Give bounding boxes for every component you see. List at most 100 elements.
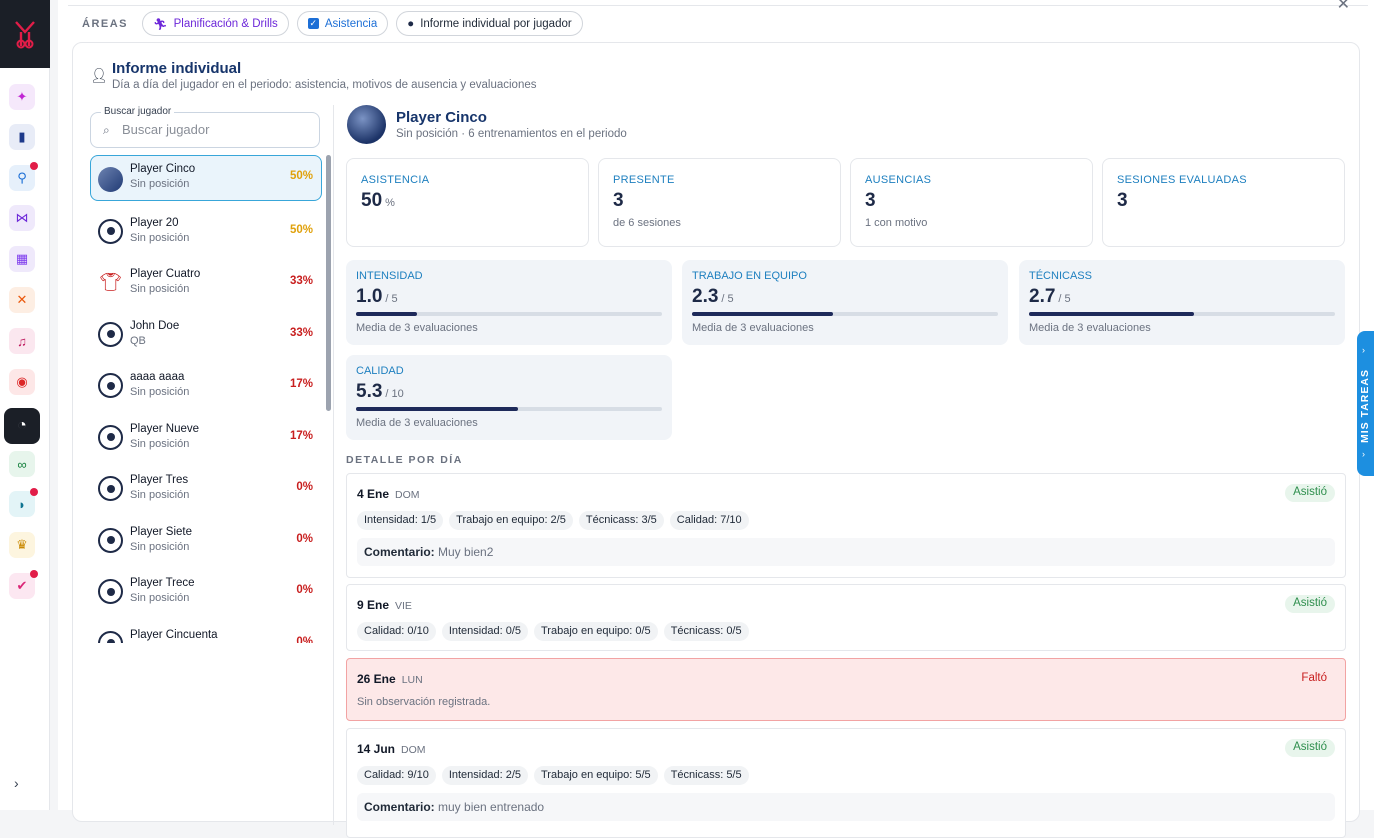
nav-badge[interactable]: ✔ <box>9 570 38 599</box>
player-avatar <box>98 373 123 398</box>
player-list-item[interactable]: aaaa aaaa Sin posición 17% <box>90 361 322 413</box>
player-avatar: 👕︎ <box>98 270 123 295</box>
stat-note: 1 con motivo <box>865 217 928 229</box>
notification-dot <box>30 488 38 496</box>
day-detail-row: 26 Ene LUN Faltó Sin observación registrada… <box>346 658 1346 721</box>
player-name: Player Cuatro <box>130 268 201 280</box>
player-name: Player Cinco <box>130 163 196 175</box>
areas-label: ÁREAS <box>82 17 129 30</box>
evaluation-chips: Calidad: 0/10 Intensidad: 0/5 Trabajo en e… <box>357 622 749 641</box>
metric-progress-fill <box>692 312 833 316</box>
player-avatar <box>98 218 123 244</box>
comment-label: Comentario: <box>364 545 435 559</box>
nav-sparkles[interactable]: ✦ <box>9 84 35 110</box>
metric-progress-fill <box>1029 312 1195 316</box>
player-position: Sin posición <box>130 178 190 190</box>
report-card: 👤︎ Informe individual Día a día del juga… <box>72 42 1360 838</box>
lock-person-icon: ⚲ <box>17 170 27 185</box>
comment-label: Comentario: <box>364 800 435 814</box>
evaluation-chip: Calidad: 7/10 <box>669 511 749 530</box>
mis-tareas-tab[interactable]: › MIS TAREAS › <box>1357 331 1374 476</box>
metric-label: CALIDAD <box>356 365 404 377</box>
nav-share[interactable]: ⋈ <box>9 205 35 231</box>
comment-text: Muy bien2 <box>438 545 494 559</box>
player-position: Sin posición <box>130 489 190 501</box>
nav-chat[interactable]: ◗ <box>9 488 38 517</box>
evaluation-chips: Intensidad: 1/5 Trabajo en equipo: 2/5 Téc… <box>357 511 749 530</box>
player-name: John Doe <box>130 319 180 332</box>
metric-progress-bar <box>356 312 662 316</box>
person-icon: ● <box>407 17 415 30</box>
player-avatar <box>98 527 123 553</box>
metric-progress-fill <box>356 407 519 411</box>
day-detail-row: 14 Jun DOM Asistió Calidad: 9/10 Intensidad:… <box>346 728 1346 838</box>
day-date: 14 Jun <box>357 742 396 756</box>
player-list-item[interactable]: Player 20 Sin posición 50% <box>90 207 322 259</box>
player-list-item[interactable]: Player Siete Sin posición 0% <box>90 516 322 568</box>
player-name: aaaa aaaa <box>130 371 185 383</box>
player-list-item[interactable]: 👕︎ Player Cuatro Sin posición 33% <box>90 258 322 310</box>
notification-dot <box>30 570 38 578</box>
metric-progress-bar <box>356 407 662 411</box>
chevron-right-icon: › <box>1362 345 1365 355</box>
nav-tactics[interactable]: ✕ <box>9 287 35 313</box>
tab-informe-individual[interactable]: ● Informe individual por jugador <box>396 11 583 36</box>
evaluation-chip: Técnicass: 5/5 <box>663 766 749 785</box>
day-note: Sin observación registrada. <box>357 696 491 708</box>
search-input[interactable] <box>122 122 312 137</box>
football-icon: ◉ <box>16 374 28 389</box>
player-list-scrollbar[interactable] <box>326 155 331 411</box>
player-list: Player Cinco Sin posición 50% Player 20 Sin … <box>90 155 322 643</box>
player-position: Sin posición <box>130 231 190 244</box>
stat-card-sesiones-evaluadas: SESIONES EVALUADAS 3 <box>1102 158 1345 247</box>
report-person-icon: 👤︎ <box>90 67 108 83</box>
player-list-item[interactable]: Player Nueve Sin posición 17% <box>90 413 322 465</box>
evaluation-chip: Trabajo en equipo: 0/5 <box>534 622 658 641</box>
app-logo[interactable] <box>0 0 50 68</box>
player-list-item[interactable]: Player Trece Sin posición 0% <box>90 567 322 619</box>
player-attendance-pct: 17% <box>289 429 313 442</box>
expand-rail-chevron-icon[interactable]: › <box>14 775 19 791</box>
nav-bookmark[interactable]: ▮ <box>9 124 35 150</box>
nav-calendar[interactable]: ▦ <box>9 246 35 272</box>
player-list-item[interactable]: Player Cinco Sin posición 50% <box>90 155 322 201</box>
metric-label: TRABAJO EN EQUIPO <box>692 270 807 282</box>
search-legend: Buscar jugador <box>101 106 175 117</box>
metric-progress-bar <box>1029 312 1335 316</box>
search-icon: ⌕ <box>103 123 110 137</box>
player-list-item[interactable]: Player Tres Sin posición 0% <box>90 464 322 516</box>
profile-name: Player Cinco <box>396 109 487 126</box>
nav-football[interactable]: ◉ <box>9 369 35 395</box>
player-avatar <box>98 424 123 450</box>
nav-trophy[interactable]: ♛ <box>9 532 35 558</box>
nav-lock-person[interactable]: ⚲ <box>9 162 38 191</box>
day-date: 9 Ene <box>357 598 390 612</box>
day-date: 26 Ene <box>357 672 396 686</box>
areas-bar: ÁREAS 🏃︎ Planificación & Drills ✓ Asiste… <box>82 11 583 36</box>
report-subtitle: Día a día del jugador en el periodo: asi… <box>112 79 537 91</box>
nav-reports[interactable]: ◔ <box>4 408 40 444</box>
metric-value: 2.7 <box>1029 286 1056 307</box>
player-search[interactable]: Buscar jugador ⌕ <box>90 106 320 148</box>
close-icon[interactable]: ✕ <box>1337 0 1350 14</box>
nav-rail: ✦ ▮ ⚲ ⋈ ▦ ✕ ♫ ◉ ◔ ∞ ◗ ♛ ✔ › <box>0 0 50 810</box>
metric-note: Media de 3 evaluaciones <box>356 417 478 429</box>
nav-binoculars[interactable]: ∞ <box>9 451 35 477</box>
day-weekday: DOM <box>401 744 426 756</box>
metric-value: 1.0 <box>356 286 383 307</box>
stat-label: AUSENCIAS <box>865 174 932 186</box>
nav-whistle[interactable]: ♫ <box>9 328 35 354</box>
tactics-icon: ✕ <box>16 292 28 307</box>
player-list-item[interactable]: Player Cincuenta 0% <box>90 619 322 643</box>
metric-value: 5.3 <box>356 381 383 402</box>
player-list-item[interactable]: John Doe QB 33% <box>90 310 322 362</box>
evaluation-chip: Calidad: 9/10 <box>357 766 436 785</box>
tab-planificacion[interactable]: 🏃︎ Planificación & Drills <box>142 11 289 36</box>
player-attendance-pct: 50% <box>289 170 313 182</box>
evaluation-chip: Trabajo en equipo: 2/5 <box>449 511 573 530</box>
player-avatar <box>98 321 123 347</box>
stat-card-presente: PRESENTE 3 de 6 sesiones <box>598 158 841 247</box>
tab-asistencia[interactable]: ✓ Asistencia <box>296 11 389 36</box>
evaluation-chip: Calidad: 0/10 <box>357 622 436 641</box>
evaluation-chips: Calidad: 9/10 Intensidad: 2/5 Trabajo en e… <box>357 766 749 785</box>
